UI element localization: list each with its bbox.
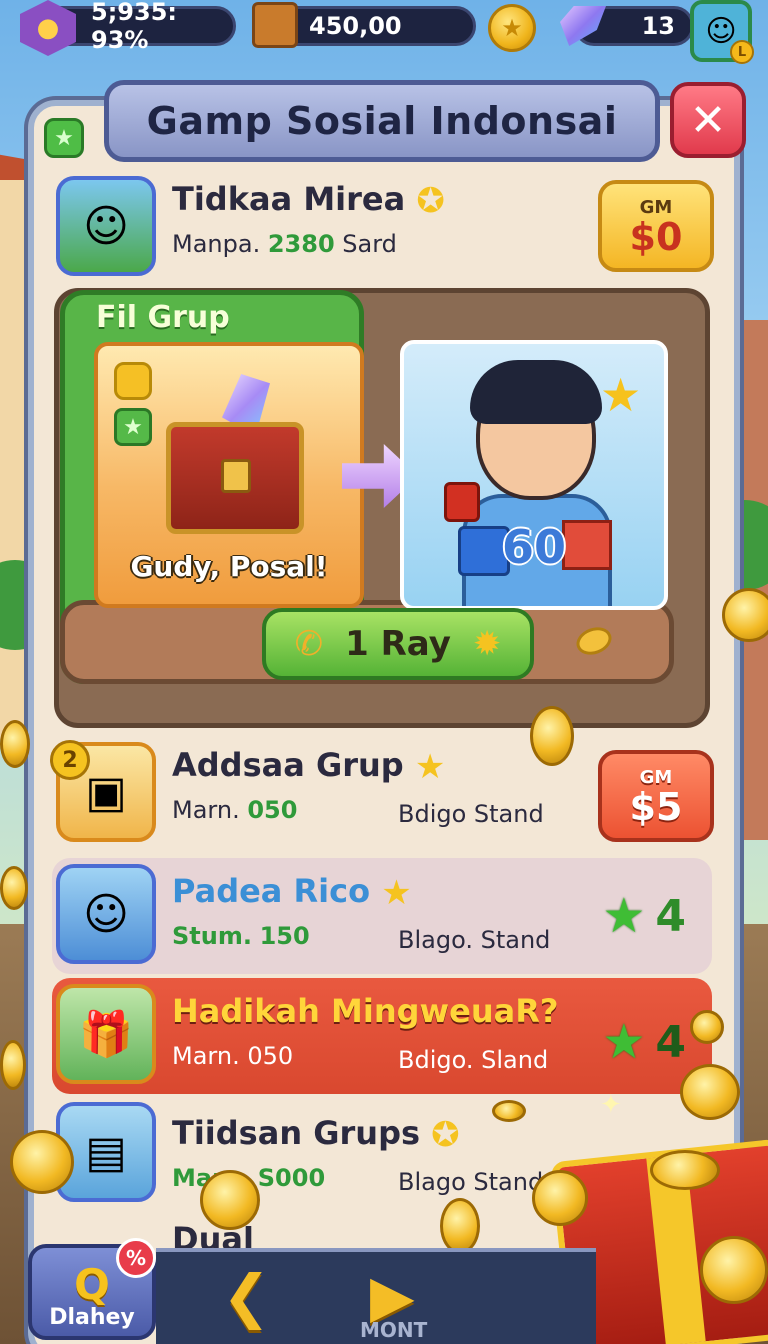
coin-icon	[690, 1010, 724, 1044]
star-count: ★ 4	[602, 888, 686, 944]
kids-icon: ☺	[83, 888, 129, 940]
group-status: Blago. Stand	[398, 926, 551, 954]
coin-stack-icon: ✪	[431, 1115, 460, 1155]
group-status: Blago Stand	[398, 1168, 544, 1196]
coin-icon	[440, 1198, 480, 1254]
price-value: $5	[629, 784, 683, 829]
group-status: Bdigo. Sland	[398, 1046, 549, 1074]
coin-icon[interactable]: ★	[488, 4, 536, 52]
group-name: Tiidsan Grups ✪	[172, 1114, 460, 1155]
gear-icon: ✹	[472, 624, 502, 664]
group-thumbnail: ☺	[56, 176, 156, 276]
star-icon: ★	[600, 368, 642, 422]
nav-label: MONT	[360, 1318, 428, 1342]
player-avatar[interactable]: ☺ L	[690, 0, 754, 64]
reward-chest-card[interactable]: ★ Gudy, Posal!	[94, 342, 364, 608]
group-thumbnail: 🎁	[56, 984, 156, 1084]
coin-icon	[530, 706, 574, 766]
gift-icon: 🎁	[78, 1009, 134, 1060]
coin-stack-icon: ✪	[416, 181, 445, 221]
coin-icon	[680, 1064, 740, 1120]
chevron-left-icon[interactable]: ❮	[222, 1262, 271, 1330]
treasure-chest-icon	[166, 422, 304, 534]
coin-icon	[650, 1150, 720, 1190]
daily-button[interactable]: Q % Dlahey	[28, 1238, 156, 1340]
daily-icon: Q	[74, 1260, 110, 1309]
group-name: Hadikah MingweuaR?	[172, 992, 559, 1030]
discount-badge: %	[116, 1238, 156, 1278]
coin-icon	[0, 866, 28, 910]
group-thumbnail: ☺	[56, 864, 156, 964]
join-button[interactable]: ✆ 1 Ray ✹	[262, 608, 534, 680]
coin-icon	[722, 588, 768, 642]
coin-icon	[492, 1100, 526, 1122]
dialog-title: Gamp Sosial Indonsai	[104, 80, 660, 162]
sparkle-icon: ✦	[600, 1090, 622, 1120]
star-icon: ★	[114, 408, 152, 446]
chests-pill[interactable]: 450,00	[270, 6, 476, 46]
chest-icon	[252, 2, 298, 48]
group-status: Bdigo Stand	[398, 800, 544, 828]
reward-caption: Gudy, Posal!	[130, 550, 328, 583]
coin-icon	[200, 1170, 260, 1230]
coin-icon	[700, 1236, 768, 1304]
list-item-highlighted[interactable]: 🎁 Hadikah MingweuaR? Marn. 050 Bdigo. Sl…	[52, 978, 712, 1094]
group-name: Addsaa Grup ★	[172, 746, 446, 787]
price-button[interactable]: GM $5	[598, 750, 714, 842]
coin-icon	[532, 1170, 588, 1226]
coin-icon	[0, 1040, 26, 1090]
close-button[interactable]: ✕	[670, 82, 746, 158]
gems-value: 13	[641, 12, 675, 40]
folder-icon	[114, 362, 152, 400]
coin-icon	[10, 1130, 74, 1194]
coin-icon	[0, 720, 30, 768]
group-name: Tidkaa Mirea ✪	[172, 180, 445, 221]
group-members: Marn. 050	[172, 796, 298, 824]
star-count: ★ 4	[602, 1014, 686, 1070]
group-name: Padea Rico ★	[172, 872, 412, 913]
group-members: Manpa. 2380 Sard	[172, 230, 397, 258]
star-icon: ★	[602, 1014, 646, 1070]
character-card[interactable]: ★ 60	[400, 340, 668, 610]
price-value: $0	[629, 214, 683, 259]
character-hair	[470, 360, 602, 424]
chest-icon: ▣	[85, 766, 127, 818]
phone-icon: ✆	[294, 624, 324, 664]
join-label: 1 Ray	[345, 624, 451, 664]
kid-icon: ☺	[83, 200, 129, 252]
character-number: 60	[502, 520, 567, 574]
gift-icon	[562, 520, 612, 570]
avatar-level-badge: L	[730, 40, 754, 64]
list-item[interactable]: ☺ Padea Rico ★ Stum. 150 Blago. Stand ★ …	[52, 858, 712, 974]
group-members: Stum. 150	[172, 922, 310, 950]
box-icon: ▤	[85, 1126, 127, 1178]
featured-title: Fil Grup	[96, 300, 230, 335]
price-button[interactable]: GM $0	[598, 180, 714, 272]
rank-badge: 2	[50, 740, 90, 780]
top-resource-bar: 5;935: 93% ● 450,00 ★ 13 ☺ L	[0, 0, 768, 64]
star-icon: ★	[414, 747, 446, 787]
group-members: Marn. 050	[172, 1042, 294, 1070]
star-icon: ★	[381, 873, 412, 913]
red-block-icon	[444, 482, 480, 522]
favorite-star-icon[interactable]: ★	[44, 118, 84, 158]
star-icon: ★	[602, 888, 646, 944]
